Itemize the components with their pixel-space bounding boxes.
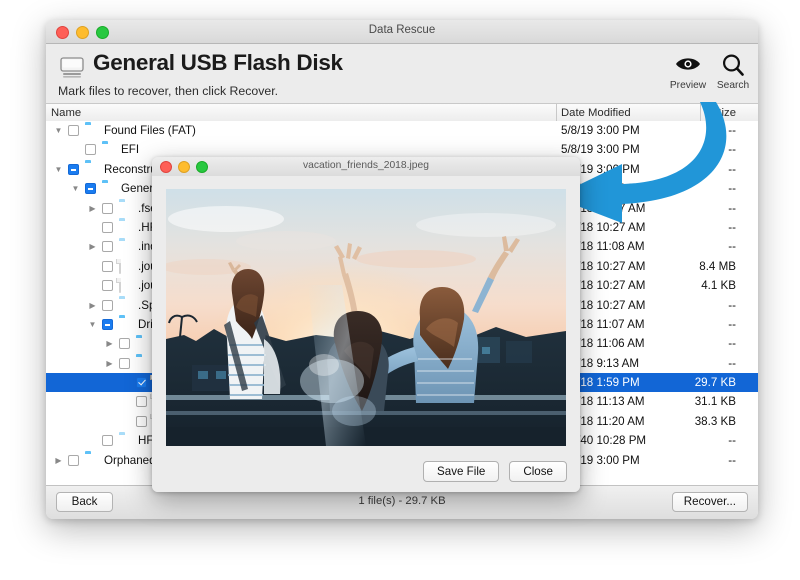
row-checkbox[interactable] [102, 241, 113, 252]
folder-icon [136, 357, 150, 370]
preview-dialog-titlebar: vacation_friends_2018.jpeg [152, 157, 580, 177]
table-row[interactable]: ▼ Found Files (FAT) 5/8/19 3:00 PM-- [46, 121, 758, 140]
file-size: 31.1 KB [636, 395, 736, 408]
file-size: -- [636, 163, 736, 176]
preview-dialog-title: vacation_friends_2018.jpeg [152, 160, 580, 171]
row-checkbox[interactable] [136, 396, 147, 407]
row-checkbox[interactable] [102, 203, 113, 214]
file-size: 8.4 MB [636, 260, 736, 273]
chevron-right-icon[interactable]: ▶ [88, 242, 97, 251]
folder-icon [85, 454, 99, 467]
row-checkbox[interactable] [136, 416, 147, 427]
row-checkbox[interactable] [68, 125, 79, 136]
file-size: 38.3 KB [636, 415, 736, 428]
status-text: 1 file(s) - 29.7 KB [46, 495, 758, 507]
file-size: -- [636, 299, 736, 312]
search-toolbar-label: Search [711, 80, 755, 91]
close-preview-button[interactable]: Close [509, 461, 567, 482]
preview-photo [166, 189, 566, 446]
folder-icon [102, 182, 116, 195]
window-title: Data Rescue [46, 24, 758, 36]
chevron-down-icon[interactable]: ▼ [71, 184, 80, 193]
file-size: -- [636, 434, 736, 447]
folder-icon [102, 143, 116, 156]
app-header: General USB Flash Disk Mark files to rec… [46, 44, 758, 104]
row-checkbox[interactable] [85, 183, 96, 194]
file-size: 4.1 KB [636, 279, 736, 292]
row-checkbox[interactable] [68, 455, 79, 466]
search-toolbar-button[interactable]: Search [711, 53, 755, 91]
row-checkbox[interactable] [102, 261, 113, 272]
column-divider-1[interactable] [556, 104, 557, 122]
file-size: -- [636, 454, 736, 467]
row-checkbox[interactable] [68, 164, 79, 175]
chevron-right-icon[interactable]: ▶ [54, 456, 63, 465]
row-checkbox[interactable] [102, 222, 113, 233]
preview-toolbar-label: Preview [666, 80, 710, 91]
row-checkbox[interactable] [136, 377, 147, 388]
folder-icon [136, 337, 150, 350]
hard-disk-icon [59, 54, 85, 80]
chevron-right-icon[interactable]: ▶ [88, 204, 97, 213]
file-size: -- [636, 202, 736, 215]
folder-icon [119, 240, 133, 253]
file-name: EFI [121, 143, 139, 156]
row-checkbox[interactable] [102, 435, 113, 446]
row-checkbox[interactable] [119, 338, 130, 349]
file-size: -- [636, 357, 736, 370]
document-icon [119, 279, 133, 292]
file-size: -- [636, 221, 736, 234]
file-size: 29.7 KB [636, 376, 736, 389]
preview-dialog-body: Save File Close [152, 176, 580, 492]
file-size: -- [636, 124, 736, 137]
row-checkbox[interactable] [102, 280, 113, 291]
file-size: -- [636, 318, 736, 331]
row-checkbox[interactable] [85, 144, 96, 155]
file-size: -- [636, 337, 736, 350]
image-preview-dialog: vacation_friends_2018.jpeg [152, 157, 580, 492]
file-date-modified: 5/8/19 3:00 PM [561, 124, 640, 137]
column-header-name[interactable]: Name [51, 107, 81, 119]
magnifier-icon [711, 53, 755, 79]
eye-icon [666, 53, 710, 79]
page-subtitle: Mark files to recover, then click Recove… [58, 84, 278, 98]
chevron-down-icon[interactable]: ▼ [54, 126, 63, 135]
row-checkbox[interactable] [102, 300, 113, 311]
file-size: -- [636, 143, 736, 156]
chevron-down-icon[interactable]: ▼ [54, 165, 63, 174]
folder-icon [119, 299, 133, 312]
folder-icon [119, 434, 133, 447]
save-file-button[interactable]: Save File [423, 461, 499, 482]
folder-icon [85, 124, 99, 137]
column-header-date-modified[interactable]: Date Modified [561, 107, 631, 119]
chevron-right-icon[interactable]: ▶ [88, 301, 97, 310]
preview-toolbar-button[interactable]: Preview [666, 53, 710, 91]
folder-icon [85, 163, 99, 176]
chevron-down-icon[interactable]: ▼ [88, 320, 97, 329]
folder-icon [119, 221, 133, 234]
column-header-size[interactable]: Size [636, 107, 736, 119]
folder-icon [119, 318, 133, 331]
window-titlebar: Data Rescue [46, 20, 758, 44]
file-date-modified: 5/8/19 3:00 PM [561, 143, 640, 156]
folder-icon [119, 202, 133, 215]
page-title: General USB Flash Disk [93, 50, 343, 76]
file-name: Found Files (FAT) [104, 124, 196, 137]
row-checkbox[interactable] [119, 358, 130, 369]
recover-button[interactable]: Recover... [672, 492, 748, 512]
row-checkbox[interactable] [102, 319, 113, 330]
file-size: -- [636, 240, 736, 253]
preview-dialog-actions: Save File Close [423, 461, 567, 482]
chevron-right-icon[interactable]: ▶ [105, 359, 114, 368]
document-icon [119, 260, 133, 273]
chevron-right-icon[interactable]: ▶ [105, 339, 114, 348]
file-size: -- [636, 182, 736, 195]
